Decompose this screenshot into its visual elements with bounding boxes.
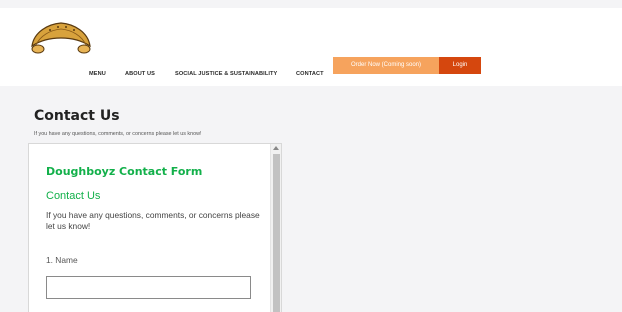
nav-item-social-justice[interactable]: SOCIAL JUSTICE & SUSTAINABILITY — [175, 71, 277, 77]
name-input[interactable] — [46, 276, 251, 299]
contact-form-frame: Doughboyz Contact Form Contact Us If you… — [28, 143, 282, 312]
name-field-label: 1. Name — [46, 255, 78, 265]
page-title: Contact Us — [34, 108, 120, 124]
nav-item-menu[interactable]: MENU — [89, 71, 106, 77]
form-description: If you have any questions, comments, or … — [46, 210, 260, 231]
form-scrollbar[interactable] — [270, 144, 281, 312]
scroll-up-icon[interactable] — [273, 146, 279, 150]
site-header: MENU ABOUT US SOCIAL JUSTICE & SUSTAINAB… — [0, 8, 622, 86]
scrollbar-thumb[interactable] — [273, 154, 280, 312]
form-heading: Contact Us — [46, 190, 101, 202]
form-title: Doughboyz Contact Form — [46, 165, 203, 178]
nav-item-contact[interactable]: CONTACT — [296, 71, 324, 77]
order-now-button[interactable]: Order Now (Coming soon) — [333, 57, 439, 74]
login-button[interactable]: Login — [439, 57, 481, 74]
nav-item-about-us[interactable]: ABOUT US — [125, 71, 155, 77]
doughboyz-logo[interactable] — [28, 16, 94, 56]
page-subtitle: If you have any questions, comments, or … — [34, 131, 202, 137]
main-nav: MENU ABOUT US SOCIAL JUSTICE & SUSTAINAB… — [0, 64, 622, 84]
